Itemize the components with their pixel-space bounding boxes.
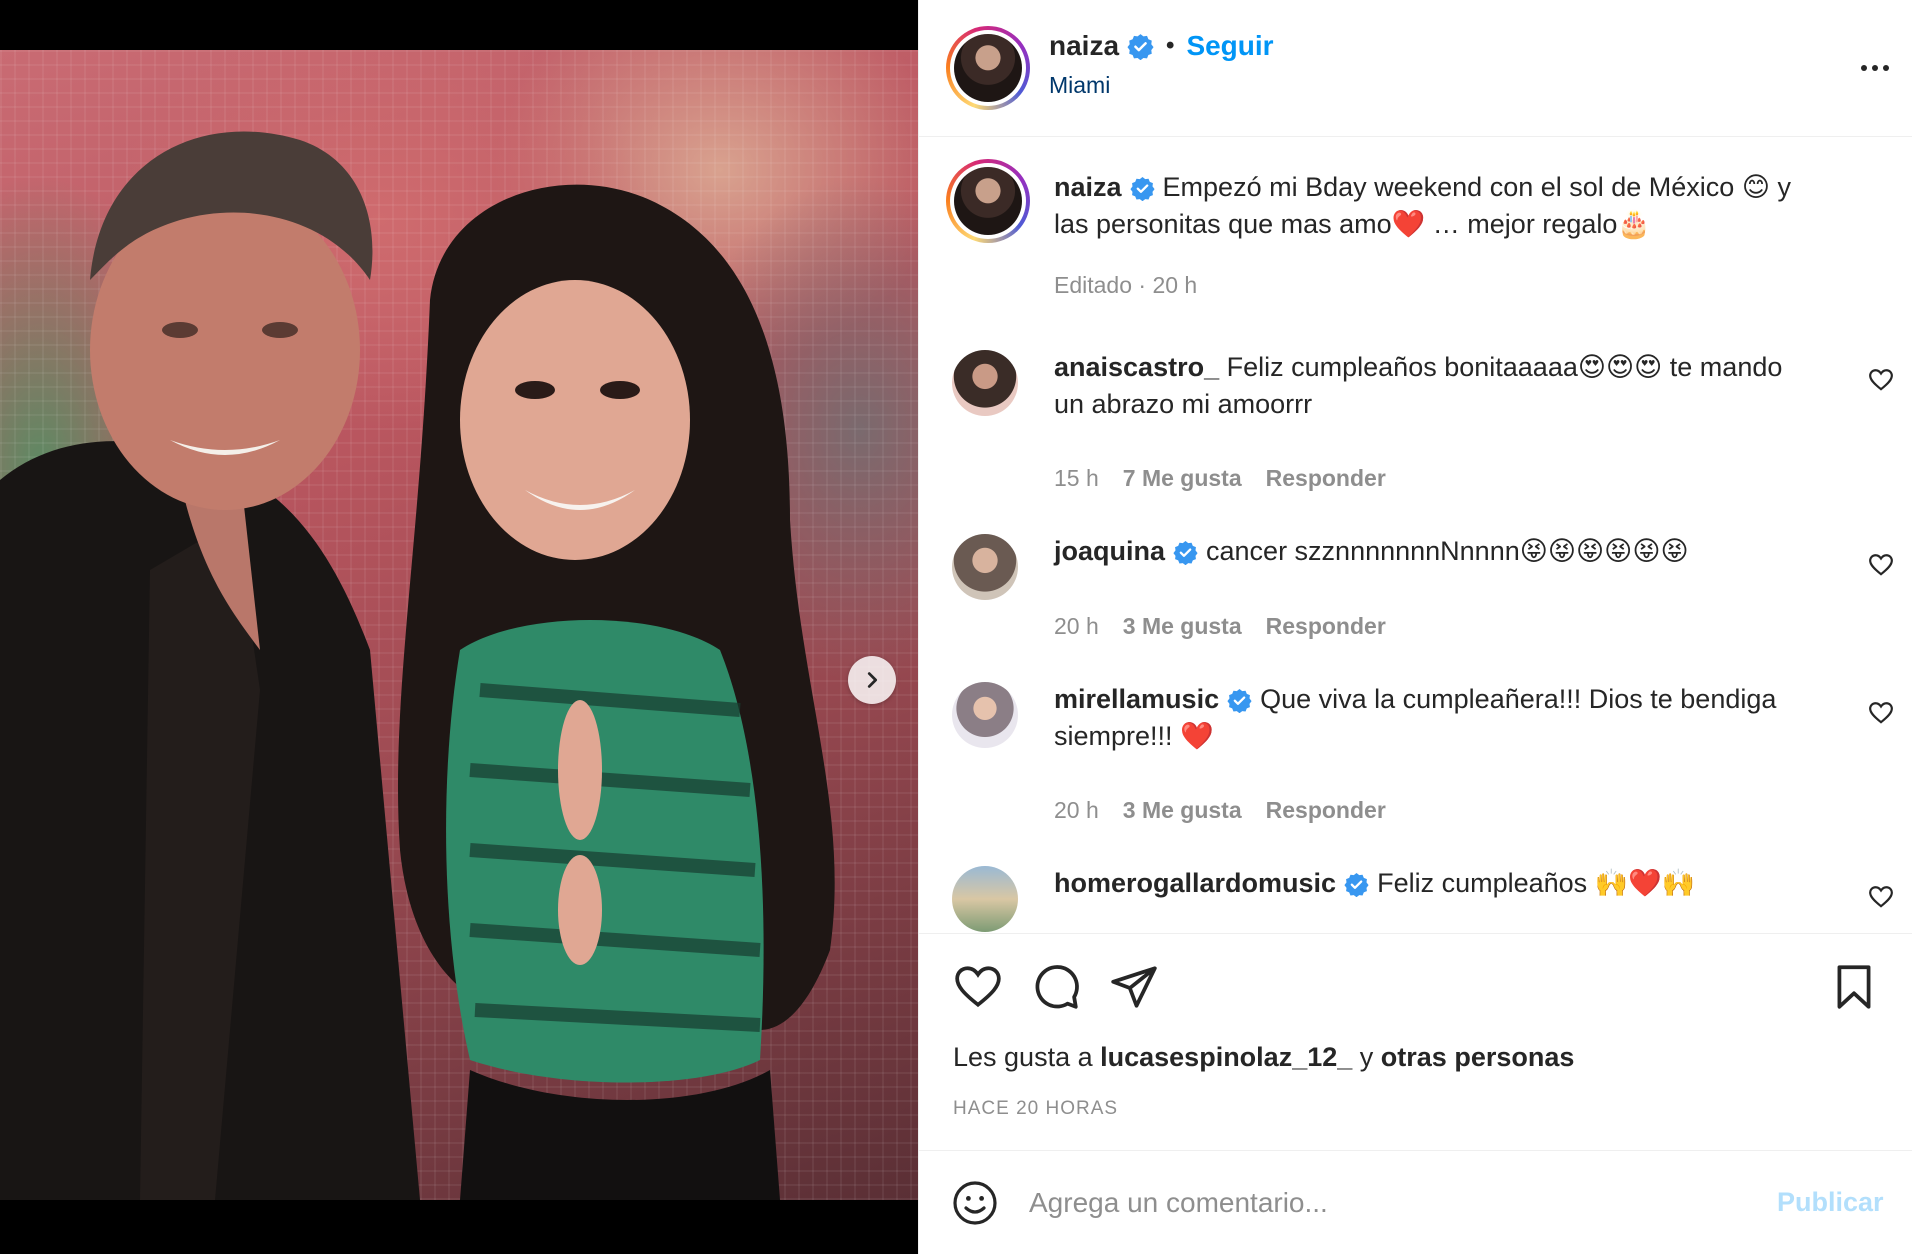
post-photo[interactable] — [0, 50, 918, 1200]
comment-text: joaquina cancer szznnnnnnnNnnnn😝😝😝😝😝😝 — [1054, 533, 1844, 570]
comment-input[interactable] — [1029, 1179, 1709, 1227]
comment-avatar[interactable] — [952, 534, 1018, 600]
save-bookmark-icon[interactable] — [1829, 962, 1879, 1012]
comment-line-1: Feliz cumpleaños bonitaaaaa😍😍😍 te mando — [1226, 352, 1783, 382]
separator-dot: • — [1166, 32, 1175, 59]
comment-line-1: Que viva la cumpleañera!!! Dios te bendi… — [1260, 684, 1777, 714]
chevron-right-icon — [867, 672, 878, 688]
verified-badge-icon — [1227, 689, 1252, 714]
comments-list[interactable]: naiza Empezó mi Bday weekend con el sol d… — [919, 137, 1912, 933]
comment-meta: 20 h 3 Me gusta Responder — [1054, 613, 1386, 640]
comment-line-2: un abrazo mi amoorrr — [1054, 389, 1313, 419]
comment-username[interactable]: homerogallardomusic — [1054, 868, 1336, 898]
next-image-button[interactable] — [848, 656, 896, 704]
more-dot-icon — [1872, 65, 1878, 71]
likes-prefix: Les gusta a — [953, 1042, 1093, 1072]
likes-user-link[interactable]: lucasespinolaz_12_ — [1100, 1042, 1352, 1072]
likes-others-link[interactable]: otras personas — [1381, 1042, 1575, 1072]
reply-button[interactable]: Responder — [1266, 613, 1386, 640]
comment-line-2: siempre!!! ❤️ — [1054, 721, 1214, 751]
like-comment-heart-icon[interactable] — [1868, 367, 1894, 393]
post-timestamp[interactable]: HACE 20 HORAS — [953, 1098, 1118, 1120]
comment-username[interactable]: joaquina — [1054, 536, 1165, 566]
caption-meta: Editado · 20 h — [1054, 272, 1197, 299]
author-avatar[interactable] — [946, 26, 1030, 110]
more-dot-icon — [1883, 65, 1889, 71]
caption-avatar[interactable] — [946, 159, 1030, 243]
likes-mid: y — [1359, 1042, 1374, 1072]
comment-meta: 15 h 7 Me gusta Responder — [1054, 465, 1386, 492]
comment-composer: Publicar — [919, 1150, 1912, 1254]
caption-edited-time: Editado · 20 h — [1054, 272, 1198, 298]
comment-likes[interactable]: 3 Me gusta — [1123, 613, 1242, 640]
more-dot-icon — [1861, 65, 1867, 71]
more-options-button[interactable] — [1853, 48, 1897, 88]
publish-button[interactable]: Publicar — [1777, 1187, 1884, 1218]
comment-text: mirellamusic Que viva la cumpleañera!!! D… — [1054, 681, 1844, 755]
caption-line-1: Empezó mi Bday weekend con el sol de Méx… — [1162, 172, 1791, 202]
verified-badge-icon — [1129, 177, 1155, 202]
comment-likes[interactable]: 3 Me gusta — [1123, 797, 1242, 824]
comment-bubble-icon[interactable] — [1031, 962, 1081, 1012]
like-comment-heart-icon[interactable] — [1868, 552, 1894, 578]
emoji-smiley-icon[interactable] — [951, 1179, 999, 1227]
like-comment-heart-icon[interactable] — [1868, 700, 1894, 726]
comment-avatar[interactable] — [952, 866, 1018, 932]
post-actions: Les gusta a lucasespinolaz_12_ y otras p… — [919, 933, 1912, 1153]
post-location[interactable]: Miami — [1049, 72, 1110, 99]
comment-text: homerogallardomusic Feliz cumpleaños 🙌❤️🙌 — [1054, 865, 1844, 902]
post-side-panel: naiza • Seguir Miami naiza Empezó mi Bday… — [918, 0, 1912, 1254]
comment-time[interactable]: 20 h — [1054, 797, 1099, 824]
caption-text: naiza Empezó mi Bday weekend con el sol d… — [1054, 169, 1854, 243]
comment-text: anaiscastro_ Feliz cumpleaños bonitaaaaa… — [1054, 349, 1844, 423]
like-heart-icon[interactable] — [953, 962, 1003, 1012]
verified-badge-icon — [1173, 541, 1198, 566]
caption-username[interactable]: naiza — [1054, 172, 1122, 202]
comment-likes[interactable]: 7 Me gusta — [1123, 465, 1242, 492]
verified-badge-icon — [1344, 873, 1369, 898]
post-header: naiza • Seguir Miami — [919, 0, 1912, 137]
comment-meta: 20 h 3 Me gusta Responder — [1054, 797, 1386, 824]
verified-badge-icon — [1127, 33, 1154, 60]
comment-username[interactable]: anaiscastro_ — [1054, 352, 1219, 382]
comment-username[interactable]: mirellamusic — [1054, 684, 1219, 714]
author-username[interactable]: naiza — [1049, 30, 1119, 62]
comment-line-1: cancer szznnnnnnnNnnnn😝😝😝😝😝😝 — [1206, 536, 1689, 566]
comment-time[interactable]: 15 h — [1054, 465, 1099, 492]
reply-button[interactable]: Responder — [1266, 465, 1386, 492]
follow-button[interactable]: Seguir — [1186, 30, 1273, 62]
comment-time[interactable]: 20 h — [1054, 613, 1099, 640]
reply-button[interactable]: Responder — [1266, 797, 1386, 824]
post-media — [0, 0, 918, 1254]
photo-people — [0, 131, 835, 1200]
share-send-icon[interactable] — [1109, 962, 1159, 1012]
likes-summary: Les gusta a lucasespinolaz_12_ y otras p… — [953, 1042, 1574, 1073]
comment-line-1: Feliz cumpleaños 🙌❤️🙌 — [1377, 868, 1696, 898]
comment-avatar[interactable] — [952, 682, 1018, 748]
like-comment-heart-icon[interactable] — [1868, 884, 1894, 910]
comment-avatar[interactable] — [952, 350, 1018, 416]
caption-line-2: las personitas que mas amo❤️ … mejor reg… — [1054, 209, 1651, 239]
